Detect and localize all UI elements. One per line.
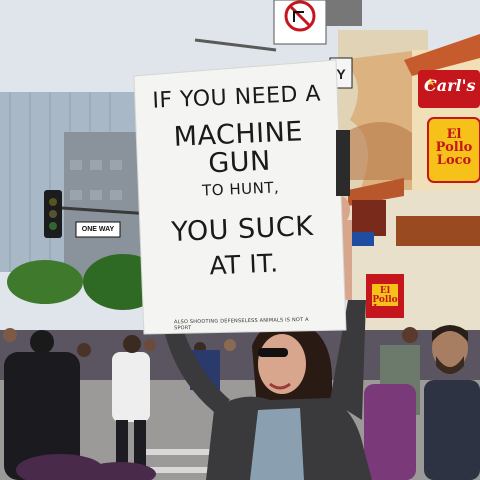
protest-sign-text: IF YOU NEED A MACHINE GUN TO HUNT, YOU S… (136, 64, 345, 283)
person-white-shirt (112, 352, 150, 422)
one-way-sign-text: ONE WAY (81, 226, 115, 233)
sign-line-2: MACHINE GUN (173, 116, 304, 180)
pollo-loco-logo-text: El Pollo Loco (435, 127, 473, 168)
sign-line-3: TO HUNT, (201, 178, 280, 200)
person-purple-jacket (364, 384, 416, 480)
sign-line-1: IF YOU NEED A (151, 81, 322, 114)
person-navy-shirt (424, 380, 480, 480)
pollo-loco-small-text: El Pollo Loco (372, 286, 398, 314)
partial-sign-letter: Y (336, 66, 346, 82)
no-turn-sign (273, 0, 327, 45)
carls-logo-text: Carl's (424, 76, 476, 95)
tree-left (7, 260, 83, 304)
sunglasses (258, 348, 288, 357)
protest-photo: IF YOU NEED A MACHINE GUN TO HUNT, YOU S… (0, 0, 480, 480)
sign-line-4: YOU SUCK (170, 210, 315, 248)
